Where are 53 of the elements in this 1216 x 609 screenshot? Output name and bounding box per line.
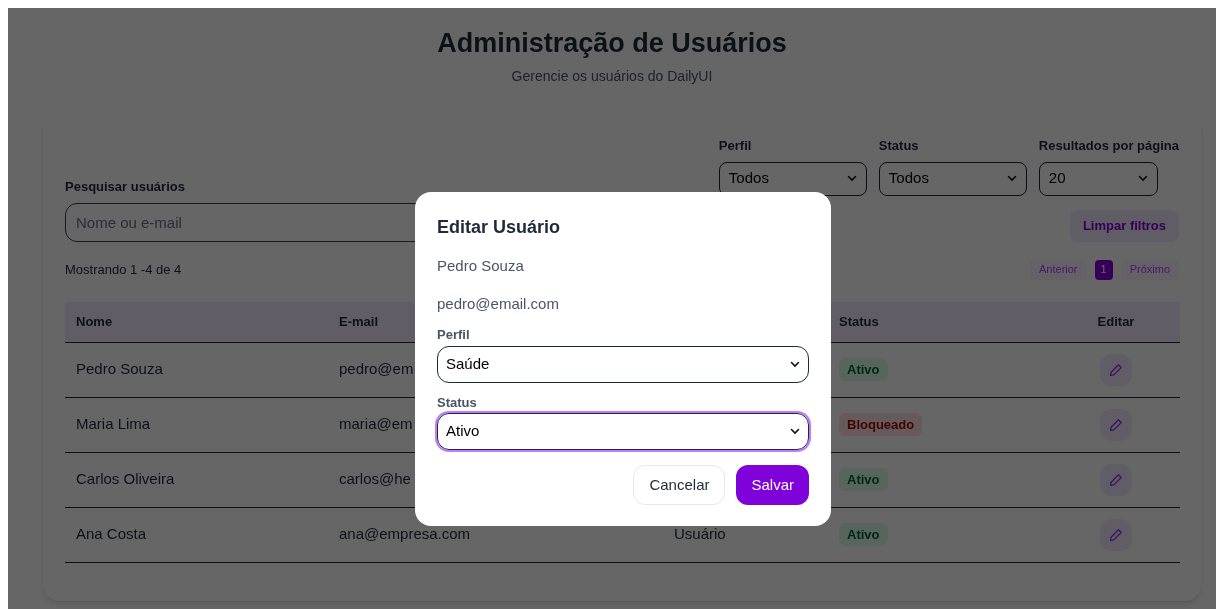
page-subtitle: Gerencie os usuários do DailyUI bbox=[511, 67, 713, 86]
results-summary: Mostrando 1 -4 de 4 bbox=[65, 260, 182, 279]
field-label: Status bbox=[437, 393, 478, 412]
dialog-select[interactable]: Ativo bbox=[437, 413, 809, 450]
table-cell: pedro@em bbox=[339, 360, 414, 378]
status-badge: Bloqueado bbox=[839, 412, 923, 437]
chevron-down-icon bbox=[790, 428, 800, 435]
table-cell-text: Carlos Oliveira bbox=[75, 469, 176, 490]
pencil-icon bbox=[1109, 472, 1123, 487]
filter-label: Status bbox=[878, 137, 920, 155]
field-label: Perfil bbox=[437, 326, 471, 344]
filter-label: Perfil bbox=[718, 137, 753, 155]
table-cell-text: Ana Costa bbox=[75, 524, 148, 545]
column-header: Status bbox=[838, 312, 880, 331]
table-cell: Usuário bbox=[674, 525, 726, 543]
table-cell: carlos@he bbox=[339, 470, 411, 488]
filter-select[interactable]: Todos bbox=[718, 161, 867, 196]
dialog-select[interactable]: Saúde bbox=[437, 345, 809, 383]
chevron-down-icon bbox=[790, 360, 800, 368]
pencil-icon bbox=[1109, 527, 1123, 542]
table-cell: ana@empresa.com bbox=[339, 525, 471, 543]
column-header: Nome bbox=[75, 312, 114, 331]
edit-button[interactable] bbox=[1100, 353, 1132, 386]
filter-label: Resultados por página bbox=[1038, 137, 1179, 155]
status-badge: Ativo bbox=[839, 522, 888, 547]
user-name: Pedro Souza bbox=[437, 256, 525, 276]
edit-button[interactable] bbox=[1100, 518, 1132, 551]
edit-button[interactable] bbox=[1100, 463, 1132, 496]
filter-select[interactable]: Todos bbox=[878, 161, 1027, 196]
save-button[interactable]: Salvar bbox=[736, 465, 809, 505]
table-cell: maria@em bbox=[339, 415, 413, 433]
user-email: pedro@email.com bbox=[437, 293, 560, 314]
table-cell-text: Pedro Souza bbox=[75, 359, 164, 380]
previous-page-button[interactable]: Anterior bbox=[1030, 259, 1087, 280]
edit-button[interactable] bbox=[1100, 408, 1132, 441]
filter-select[interactable]: 20 bbox=[1038, 161, 1158, 196]
dialog-title: Editar Usuário bbox=[437, 216, 562, 239]
page-title: Administração de Usuários bbox=[437, 27, 787, 60]
next-page-button[interactable]: Próximo bbox=[1120, 259, 1179, 280]
chevron-down-icon bbox=[846, 175, 857, 182]
table-cell-text: Maria Lima bbox=[75, 414, 152, 435]
column-header: Editar bbox=[1096, 312, 1136, 331]
clear-filters-button[interactable]: Limpar filtros bbox=[1069, 209, 1179, 242]
status-badge: Ativo bbox=[839, 467, 888, 492]
chevron-down-icon bbox=[1137, 175, 1148, 182]
chevron-down-icon bbox=[1006, 175, 1017, 182]
column-header: E-mail bbox=[339, 313, 378, 329]
cancel-button[interactable]: Cancelar bbox=[633, 465, 726, 505]
pencil-icon bbox=[1109, 417, 1123, 432]
status-badge: Ativo bbox=[839, 357, 888, 382]
search-label: Pesquisar usuários bbox=[65, 178, 186, 196]
page-button[interactable]: 1 bbox=[1094, 259, 1113, 280]
pencil-icon bbox=[1109, 362, 1123, 377]
